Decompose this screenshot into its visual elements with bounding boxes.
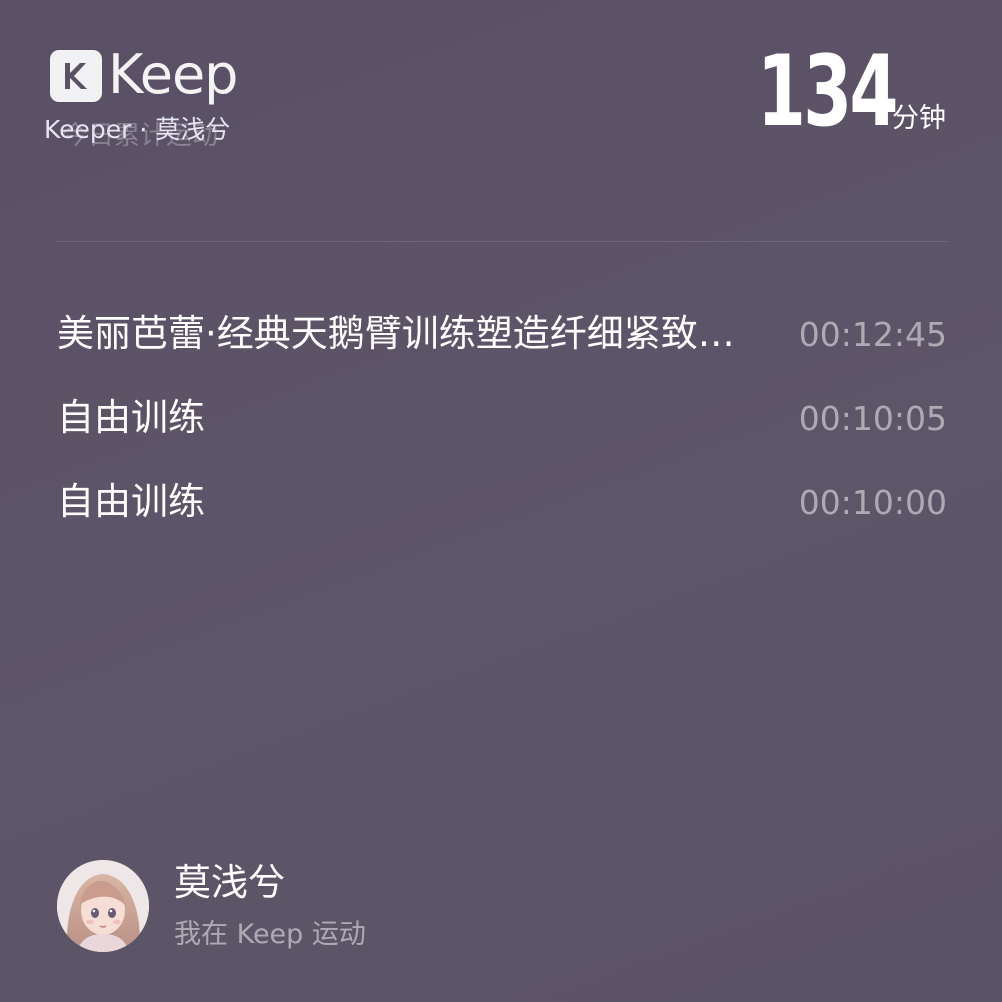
divider [57, 241, 947, 242]
workout-name: 自由训练 [57, 480, 205, 523]
list-item[interactable]: 自由训练 00:10:05 [57, 375, 947, 459]
workout-duration: 00:10:05 [798, 399, 947, 438]
logo-wordmark: Keep [108, 43, 238, 106]
total-duration: 134 分钟 [703, 35, 946, 149]
total-minutes-unit: 分钟 [892, 103, 946, 134]
user-card[interactable]: 莫浅兮 我在 Keep 运动 [57, 858, 657, 954]
header: Keep 今日累计运动 Keeper · 莫浅兮 134 分钟 [0, 0, 1002, 160]
user-avatar-icon [57, 860, 149, 952]
list-item[interactable]: 自由训练 00:10:00 [57, 459, 947, 543]
keep-logo-icon [50, 50, 102, 102]
total-minutes-value: 134 [757, 35, 899, 149]
user-caption: Keeper · 莫浅兮 [44, 115, 231, 144]
workout-list: 美丽芭蕾·经典天鹅臂训练塑造纤细紧致手臂 00:12:45 自由训练 00:10… [57, 291, 947, 543]
workout-duration: 00:12:45 [798, 315, 947, 354]
user-subtitle: 我在 Keep 运动 [174, 919, 366, 950]
avatar[interactable] [57, 860, 149, 952]
workout-duration: 00:10:00 [798, 483, 947, 522]
user-name: 莫浅兮 [174, 861, 285, 904]
workout-name: 自由训练 [57, 396, 205, 439]
keep-logo: Keep [48, 44, 258, 110]
list-item[interactable]: 美丽芭蕾·经典天鹅臂训练塑造纤细紧致手臂 00:12:45 [57, 291, 947, 375]
workout-name: 美丽芭蕾·经典天鹅臂训练塑造纤细紧致手臂 [57, 312, 769, 355]
